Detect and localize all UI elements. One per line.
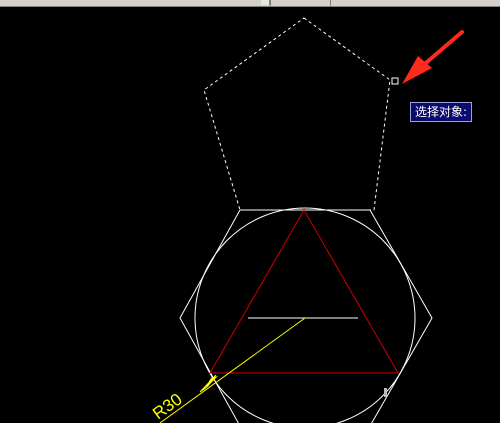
command-prompt-tooltip: 选择对象:: [410, 102, 473, 122]
triangle[interactable]: [209, 208, 399, 374]
dimension-text: R30: [149, 390, 185, 423]
cursor-marker: [384, 388, 387, 397]
toolbar-button[interactable]: [261, 0, 270, 5]
toolbar-separator: [270, 0, 271, 6]
toolbar-strip: [0, 0, 500, 7]
toolbar-separator: [330, 0, 331, 6]
drawing-canvas[interactable]: R30: [0, 7, 500, 423]
dimension-arrowhead-icon: [199, 374, 217, 393]
red-arrow-shaft: [418, 30, 464, 70]
hexagon[interactable]: [179, 209, 433, 423]
selected-pentagon[interactable]: [203, 17, 391, 211]
pickbox-icon[interactable]: [391, 77, 399, 85]
circle[interactable]: [194, 207, 416, 423]
